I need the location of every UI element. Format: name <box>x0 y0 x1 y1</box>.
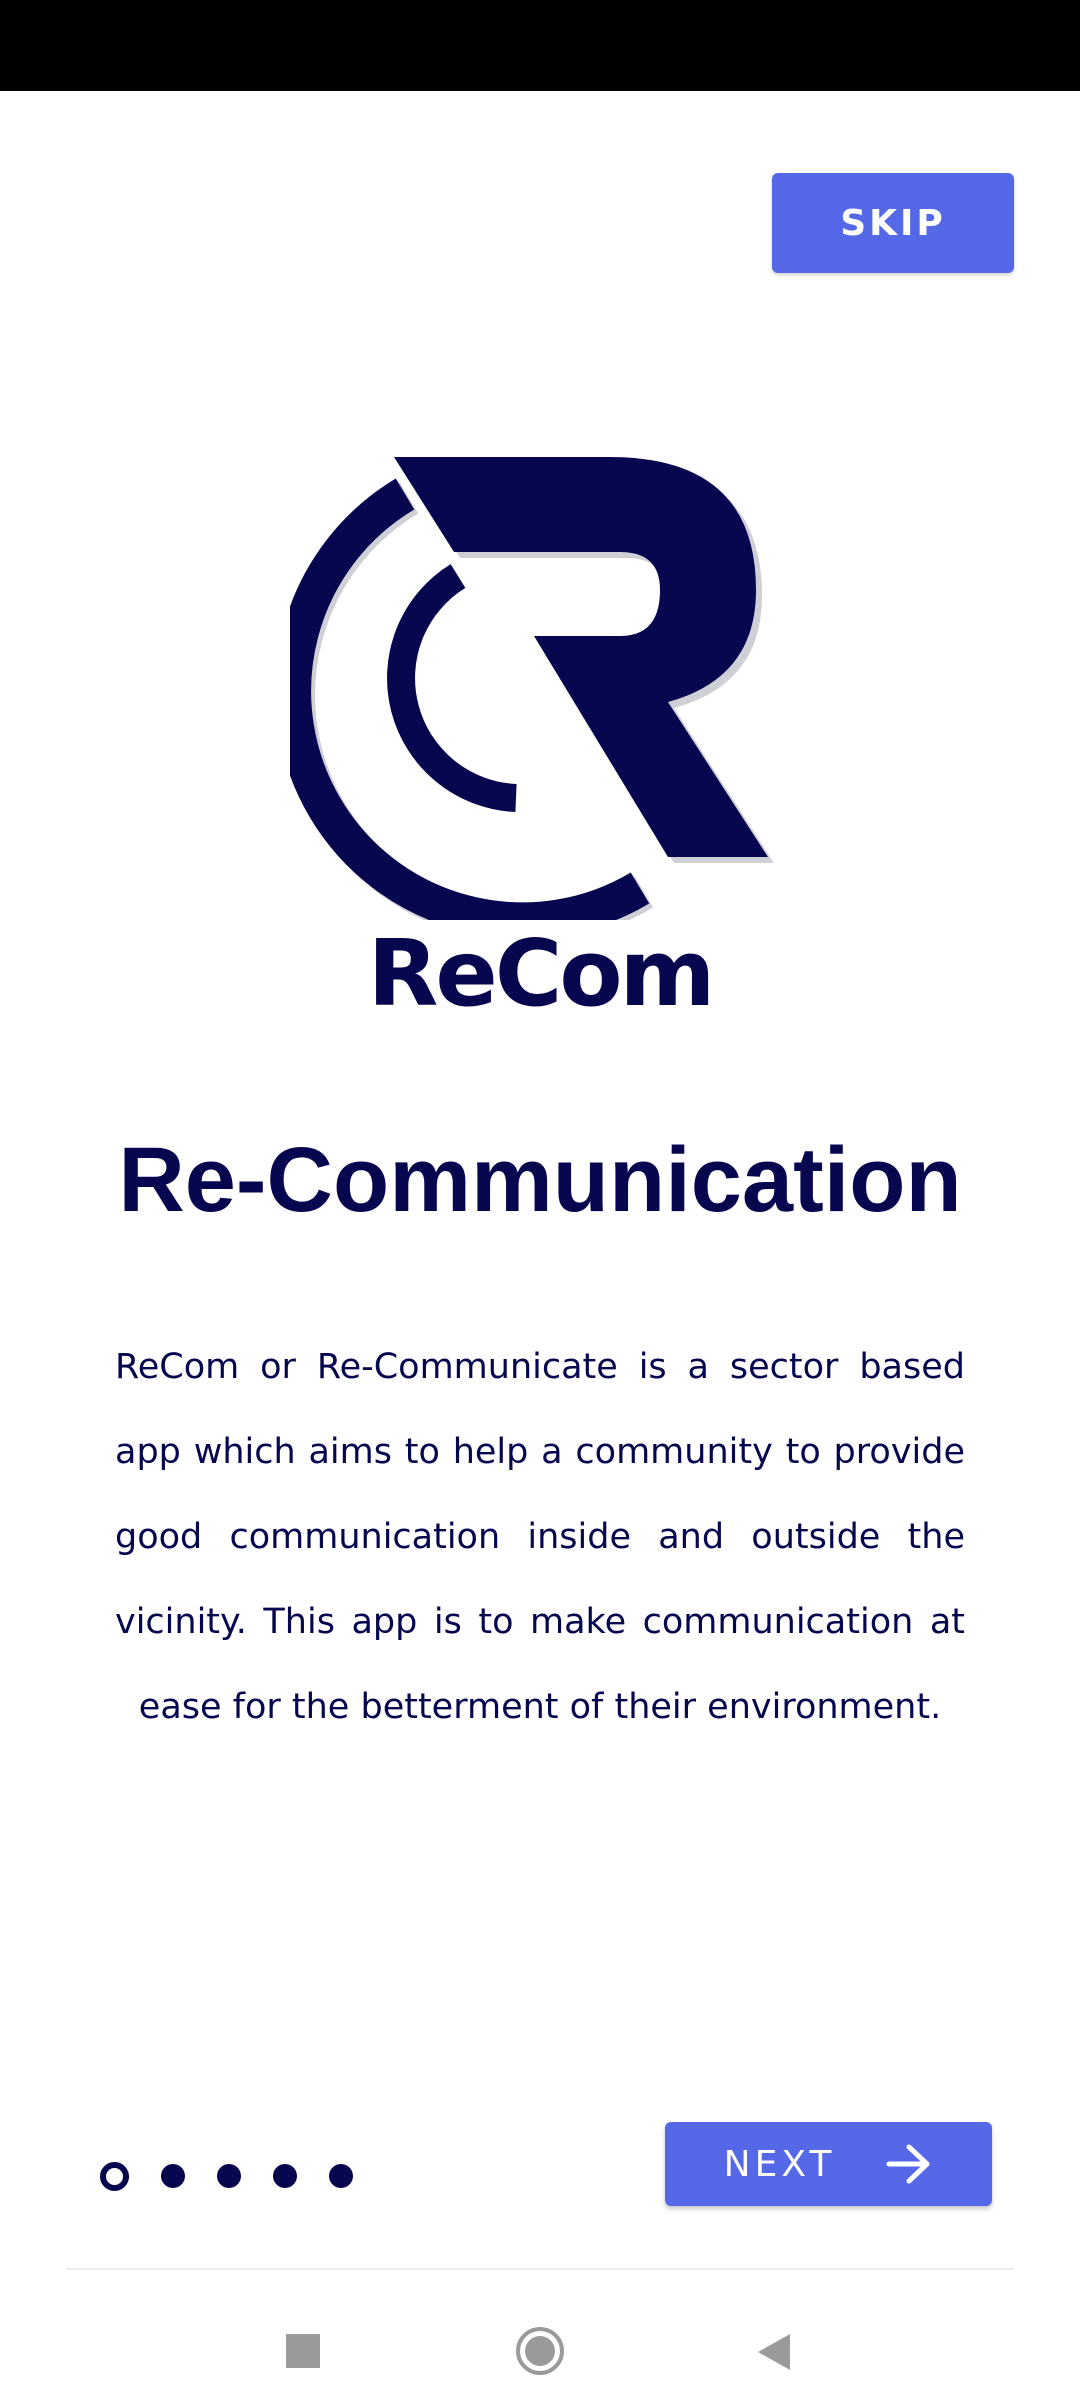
page-dot <box>329 2164 353 2188</box>
brand-name: ReCom <box>367 920 716 1027</box>
status-bar <box>0 0 1080 91</box>
page-dot <box>217 2164 241 2188</box>
page-indicator <box>100 2158 390 2194</box>
circle-icon[interactable] <box>515 2326 565 2376</box>
square-icon[interactable] <box>286 2334 320 2368</box>
page-title: Re-Communication <box>118 1129 962 1231</box>
system-nav-bar <box>0 2270 1080 2400</box>
page-dot <box>273 2164 297 2188</box>
page-dot-active <box>100 2161 129 2191</box>
page-dot <box>161 2164 185 2188</box>
skip-button[interactable]: SKIP <box>772 173 1014 273</box>
description-text: ReCom or Re-Communicate is a sector base… <box>115 1347 965 1727</box>
recom-logo-icon <box>290 457 774 920</box>
arrow-right-icon <box>886 2144 930 2184</box>
next-button[interactable]: NEXT <box>665 2122 992 2206</box>
triangle-back-icon[interactable] <box>756 2332 792 2372</box>
next-button-label: NEXT <box>723 2143 836 2185</box>
